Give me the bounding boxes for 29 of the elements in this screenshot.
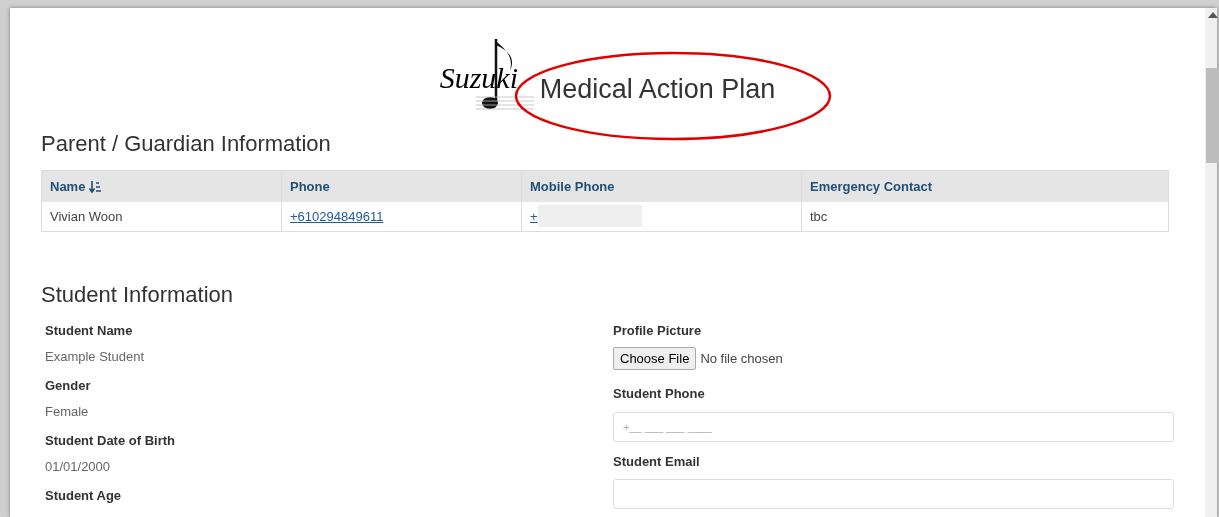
- field-label: Student Date of Birth: [45, 432, 176, 450]
- column-header[interactable]: Phone: [281, 170, 522, 202]
- field-value: Female: [45, 402, 90, 421]
- sort-icon[interactable]: [89, 180, 102, 194]
- field-value: Example Student: [45, 347, 145, 366]
- field-label: Profile Picture: [613, 322, 703, 340]
- input-field[interactable]: +__ ___ ___ ____: [613, 411, 1174, 442]
- choose-file-button[interactable]: Choose File: [613, 346, 697, 370]
- page-title: Medical Action Plan: [539, 76, 776, 103]
- table-cell: Vivian Woon: [41, 201, 282, 232]
- column-header[interactable]: Emergency Contact: [801, 170, 1169, 202]
- phone-link[interactable]: +: [530, 206, 538, 226]
- scrollbar[interactable]: [1205, 8, 1217, 517]
- phone-link[interactable]: +610294849611: [290, 208, 384, 224]
- scrollbar-thumb[interactable]: [1206, 68, 1219, 163]
- section-heading: Student Information: [41, 281, 234, 309]
- section-heading: Parent / Guardian Information: [41, 130, 332, 158]
- input-field[interactable]: [613, 479, 1174, 509]
- column-header[interactable]: Mobile Phone: [521, 170, 802, 202]
- file-status: No file chosen: [700, 349, 783, 368]
- field-label: Student Age: [45, 487, 123, 505]
- field-value: 01/01/2000: [45, 457, 112, 476]
- field-label: Student Email: [613, 452, 701, 471]
- field-label: Gender: [45, 377, 92, 395]
- field-label: Student Phone: [613, 385, 706, 403]
- scroll-up-icon[interactable]: [1208, 12, 1218, 18]
- field-label: Student Name: [45, 322, 134, 340]
- table-cell: tbc: [801, 201, 1169, 232]
- column-header[interactable]: Name: [41, 170, 282, 202]
